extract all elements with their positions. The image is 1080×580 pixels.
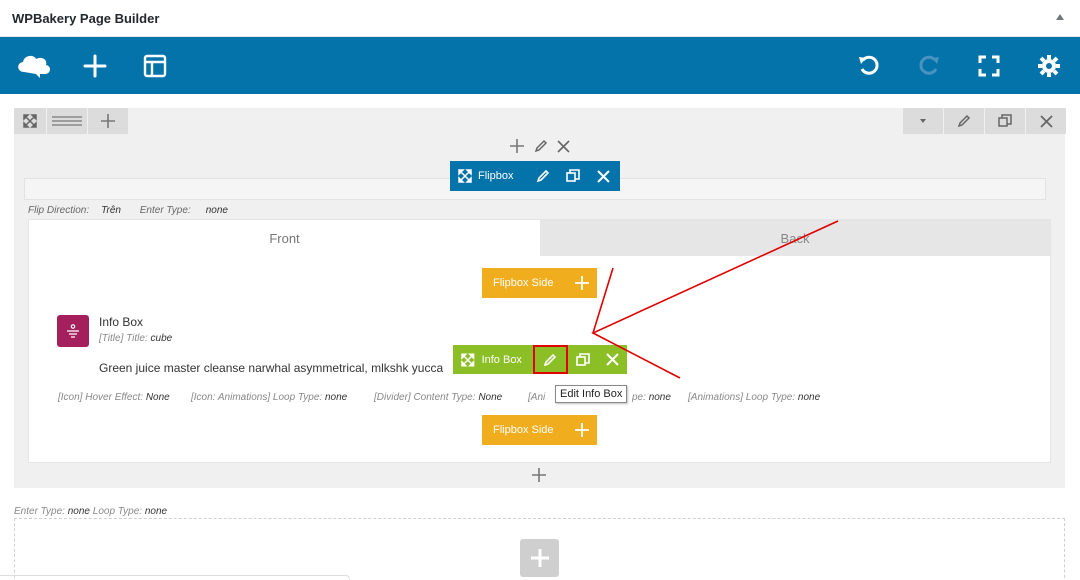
row-controls-right — [903, 108, 1066, 134]
settings-icon[interactable] — [1034, 51, 1064, 81]
flipbox-side-button-bottom[interactable]: Flipbox Side — [482, 415, 597, 445]
add-element-icon[interactable] — [80, 51, 110, 81]
flipbox-move-icon[interactable] — [458, 169, 472, 183]
collapse-arrow-icon[interactable] — [1056, 14, 1064, 20]
row-expand-icon[interactable] — [14, 108, 46, 134]
column-edit-icon[interactable] — [534, 139, 548, 153]
flipbox-params: Flip Direction: Trên Enter Type: none — [28, 205, 228, 216]
wpbakery-logo-icon[interactable] — [15, 51, 53, 81]
tab-back[interactable]: Back — [540, 220, 1050, 256]
flipbox-edit-icon[interactable] — [528, 169, 558, 183]
row-controls-left — [14, 108, 128, 134]
templates-icon[interactable] — [140, 51, 170, 81]
info-box-text: Green juice master cleanse narwhal asymm… — [99, 361, 444, 375]
param-enter-type: pe: none — [632, 392, 671, 403]
param-icon-loop-type: [Icon: Animations] Loop Type: none — [191, 392, 348, 403]
param-animations-truncated: [Ani — [528, 392, 546, 403]
undo-icon[interactable] — [854, 51, 884, 81]
row2-loop-type-value: none — [144, 506, 168, 517]
param-animations-loop-type: [Animations] Loop Type: none — [688, 392, 821, 403]
flipbox-side-label: Flipbox Side — [493, 424, 554, 436]
row-layout-icon[interactable] — [47, 108, 87, 134]
flipbox-clone-icon[interactable] — [558, 169, 588, 183]
info-box-edit-icon[interactable] — [532, 345, 568, 374]
row-add-icon[interactable] — [88, 108, 128, 134]
column-add-icon[interactable] — [510, 139, 524, 153]
bottom-panel-edge — [0, 575, 350, 580]
row-delete-icon[interactable] — [1026, 108, 1066, 134]
plus-icon — [566, 276, 597, 290]
redo-icon[interactable] — [914, 51, 944, 81]
info-box-move-icon[interactable] — [461, 352, 475, 367]
row-edit-icon[interactable] — [944, 108, 984, 134]
flipbox-side-button-top[interactable]: Flipbox Side — [482, 268, 597, 298]
info-box-title: Info Box — [99, 315, 144, 329]
edit-tooltip: Edit Info Box — [555, 385, 628, 403]
row2-enter-type-value: none — [67, 506, 90, 517]
info-box-controls: Info Box — [453, 345, 627, 374]
add-column-icon[interactable] — [531, 467, 547, 483]
info-box-subtitle-key: [Title] Title: — [99, 333, 148, 344]
add-element-button[interactable] — [520, 539, 559, 577]
enter-type-key: Enter Type: — [139, 205, 191, 216]
info-box-element-icon — [57, 315, 89, 347]
tab-front[interactable]: Front — [29, 220, 540, 256]
builder-toolbar — [0, 37, 1080, 94]
row2-loop-type-key: Loop Type: — [92, 506, 143, 517]
plus-icon — [566, 423, 597, 437]
column-delete-icon[interactable] — [557, 139, 570, 153]
flipbox-side-label: Flipbox Side — [493, 277, 554, 289]
panel-header: WPBakery Page Builder — [0, 0, 1080, 37]
info-box-label: Info Box — [481, 353, 522, 366]
param-hover-effect: [Icon] Hover Effect: None — [58, 392, 170, 403]
info-box-subtitle: [Title] Title: cube — [99, 333, 172, 344]
fullscreen-icon[interactable] — [974, 51, 1004, 81]
row-toggle-icon[interactable] — [903, 108, 943, 134]
page-builder-root: WPBakery Page Builder Flipbox Flip Direc… — [0, 0, 1080, 580]
flipbox-controls: Flipbox — [450, 161, 620, 191]
flip-direction-value: Trên — [101, 205, 121, 216]
param-divider-content-type: [Divider] Content Type: None — [374, 392, 503, 403]
info-box-clone-icon[interactable] — [569, 345, 598, 374]
row-clone-icon[interactable] — [985, 108, 1025, 134]
row2-params: Enter Type: none Loop Type: none — [14, 506, 167, 517]
column-controls — [510, 138, 570, 154]
info-box-subtitle-value: cube — [150, 333, 173, 344]
enter-type-value: none — [205, 205, 228, 216]
panel-title: WPBakery Page Builder — [12, 11, 160, 26]
flip-direction-key: Flip Direction: — [28, 205, 90, 216]
row2-enter-type-key: Enter Type: — [14, 506, 65, 517]
flipbox-label: Flipbox — [478, 170, 514, 182]
info-box-delete-icon[interactable] — [598, 345, 627, 374]
flipbox-delete-icon[interactable] — [588, 169, 618, 183]
